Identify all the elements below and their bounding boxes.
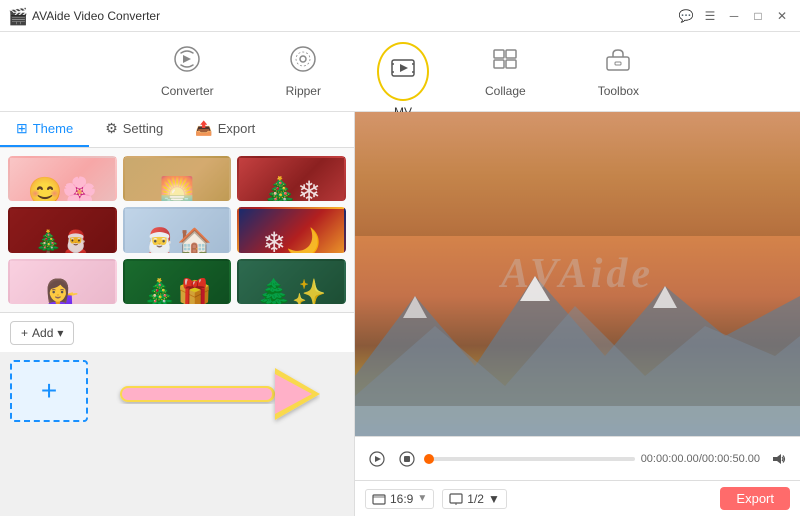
theme-simple[interactable]: 🌅 Simple xyxy=(123,156,232,201)
santa-thumbnail: 🎅🏠 xyxy=(125,209,230,252)
media-area: + xyxy=(0,352,354,516)
media-slot-1[interactable]: + xyxy=(10,360,88,422)
app-icon: 🎬 xyxy=(8,7,26,25)
setting-tab-icon: ⚙ xyxy=(105,120,118,137)
media-add-icon: + xyxy=(41,375,57,407)
screen-value: 1/2 xyxy=(467,492,484,506)
maximize-button[interactable]: □ xyxy=(748,6,768,26)
play-button[interactable] xyxy=(365,447,389,471)
snowy-night-thumbnail: ❄🌙 xyxy=(239,209,344,252)
theme-christmas-eve[interactable]: 🎄❄ Christmas Eve xyxy=(237,156,346,201)
collage-icon xyxy=(491,45,519,80)
screen-selector[interactable]: 1/2 ▼ xyxy=(442,489,507,509)
total-time: 00:00:50.00 xyxy=(702,453,760,465)
app-title: AVAide Video Converter xyxy=(32,9,676,23)
tab-export[interactable]: 📤 Export xyxy=(179,112,271,147)
controls-bar: 00:00:00.00/00:00:50.00 xyxy=(355,436,800,480)
export-button[interactable]: Export xyxy=(720,487,790,510)
toolbox-label: Toolbox xyxy=(598,84,639,98)
current-time: 00:00:00.00 xyxy=(641,453,699,465)
theme-tab-label: Theme xyxy=(33,121,73,136)
christmas-tree-thumbnail: 🎄🎁 xyxy=(125,261,230,304)
theme-stripes-waves[interactable]: 💁‍♀️ Stripes & Waves xyxy=(8,259,117,304)
nav-toolbox[interactable]: Toolbox xyxy=(582,37,655,106)
converter-label: Converter xyxy=(161,84,214,98)
right-panel: AVAide 00:00:00.00/00:00:50.0 xyxy=(355,112,800,516)
ratio-selector[interactable]: 16:9 ▼ xyxy=(365,489,434,509)
title-bar: 🎬 AVAide Video Converter 💬 ☰ ─ □ ✕ xyxy=(0,0,800,32)
theme-tab-icon: ⊞ xyxy=(16,120,28,137)
add-dropdown-arrow: ▾ xyxy=(57,326,63,340)
nav-ripper[interactable]: Ripper xyxy=(270,37,337,106)
add-button[interactable]: + Add ▾ xyxy=(10,321,74,345)
simple-thumbnail: 🌅 xyxy=(125,158,230,201)
ripper-icon xyxy=(289,45,317,80)
arrow-decoration xyxy=(100,360,320,428)
nav-collage[interactable]: Collage xyxy=(469,37,542,106)
nav-converter[interactable]: Converter xyxy=(145,37,230,106)
progress-dot xyxy=(424,454,434,464)
chat-button[interactable]: 💬 xyxy=(676,6,696,26)
theme-snowy-night[interactable]: ❄🌙 Snowy Night xyxy=(237,207,346,252)
stripes-thumbnail: 💁‍♀️ xyxy=(10,261,115,304)
christmas-eve-thumbnail: 🎄❄ xyxy=(239,158,344,201)
theme-christmas-tree[interactable]: 🎄🎁 Christmas Tree xyxy=(123,259,232,304)
collage-label: Collage xyxy=(485,84,526,98)
tab-theme[interactable]: ⊞ Theme xyxy=(0,112,89,147)
nav-bar: Converter Ripper MV xyxy=(0,32,800,112)
merry-christmas-thumbnail: 🎄🎅 xyxy=(10,209,115,252)
theme-happy[interactable]: 😊🌸 Happy xyxy=(8,156,117,201)
menu-button[interactable]: ☰ xyxy=(700,6,720,26)
add-plus-icon: + xyxy=(21,326,28,340)
theme-beautiful-christmas[interactable]: 🌲✨ Beautiful Christmas xyxy=(237,259,346,304)
ripper-label: Ripper xyxy=(286,84,321,98)
watermark-text: AVAide xyxy=(501,250,654,298)
screen-icon xyxy=(449,492,463,506)
progress-bar[interactable] xyxy=(425,457,635,461)
setting-tab-label: Setting xyxy=(123,121,163,136)
title-controls: 💬 ☰ ─ □ ✕ xyxy=(676,6,792,26)
tab-setting[interactable]: ⚙ Setting xyxy=(89,112,179,147)
export-tab-icon: 📤 xyxy=(195,120,212,137)
happy-thumbnail: 😊🌸 xyxy=(10,158,115,201)
nav-mv[interactable]: MV xyxy=(377,42,429,101)
close-button[interactable]: ✕ xyxy=(772,6,792,26)
ratio-value: 16:9 xyxy=(390,492,413,506)
mv-icon xyxy=(389,54,417,89)
toolbox-icon xyxy=(604,45,632,80)
stop-button[interactable] xyxy=(395,447,419,471)
bottom-controls: 16:9 ▼ 1/2 ▼ Export xyxy=(355,480,800,516)
volume-button[interactable] xyxy=(766,447,790,471)
ratio-icon xyxy=(372,492,386,506)
minimize-button[interactable]: ─ xyxy=(724,6,744,26)
video-preview: AVAide xyxy=(355,112,800,436)
screen-arrow: ▼ xyxy=(488,492,500,506)
ratio-arrow: ▼ xyxy=(417,493,427,504)
time-display: 00:00:00.00/00:00:50.00 xyxy=(641,453,760,465)
theme-grid: 😊🌸 Happy 🌅 Simple 🎄❄ Christmas Eve 🎄� xyxy=(0,148,354,312)
theme-santa-claus[interactable]: 🎅🏠 Santa Claus xyxy=(123,207,232,252)
theme-merry-christmas[interactable]: 🎄🎅 Merry Christmas xyxy=(8,207,117,252)
left-panel: ⊞ Theme ⚙ Setting 📤 Export 😊🌸 Happy xyxy=(0,112,355,516)
beautiful-christmas-thumbnail: 🌲✨ xyxy=(239,261,344,304)
add-label: Add xyxy=(32,326,53,340)
add-bar: + Add ▾ xyxy=(0,312,354,352)
export-tab-label: Export xyxy=(218,121,256,136)
main-area: ⊞ Theme ⚙ Setting 📤 Export 😊🌸 Happy xyxy=(0,112,800,516)
converter-icon xyxy=(173,45,201,80)
tabs-bar: ⊞ Theme ⚙ Setting 📤 Export xyxy=(0,112,354,148)
